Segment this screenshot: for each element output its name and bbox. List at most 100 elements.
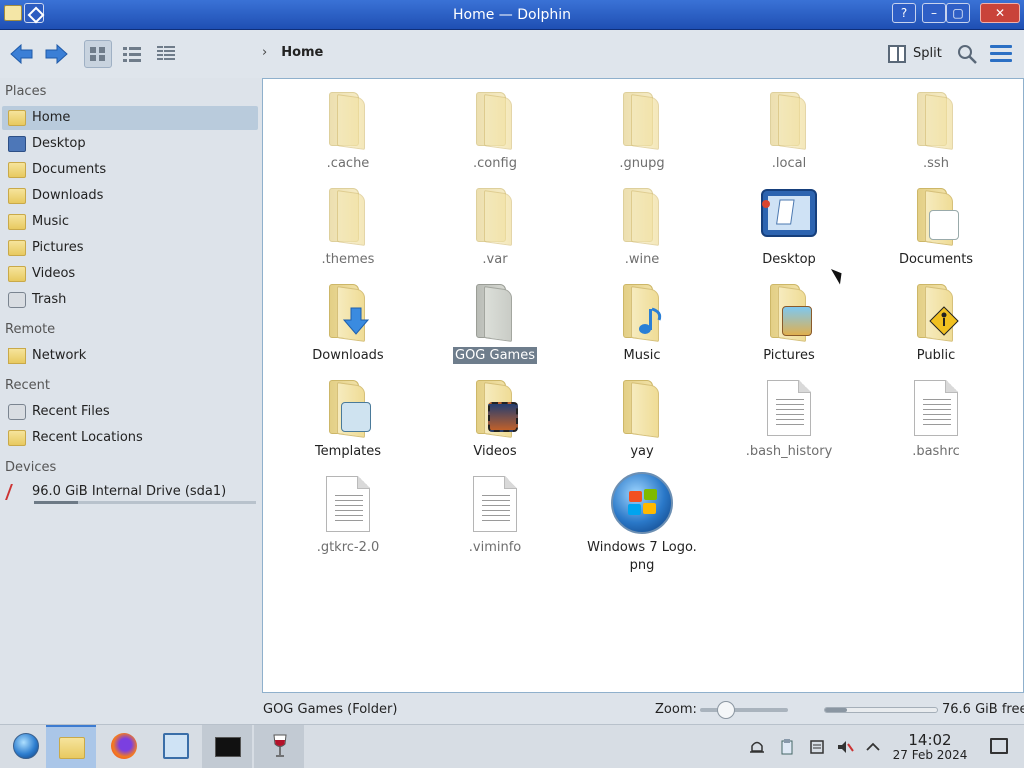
sidebar-item-documents[interactable]: Documents — [2, 158, 258, 182]
file-name-text: .var — [482, 252, 508, 267]
window-title: Home — Dolphin — [452, 7, 571, 23]
sidebar-item-recent-files[interactable]: Recent Files — [2, 400, 258, 424]
file-name-text: Downloads — [312, 348, 384, 363]
search-icon[interactable] — [956, 43, 978, 65]
close-button[interactable]: ✕ — [980, 3, 1020, 23]
text-file-icon — [470, 474, 520, 534]
drive-usage-bar — [34, 501, 256, 504]
sidebar-item-label: Downloads — [32, 188, 104, 203]
file-item-pictures[interactable]: Pictures — [729, 276, 849, 372]
chevron-up-icon[interactable] — [864, 738, 882, 756]
breadcrumb-home[interactable]: Home — [281, 45, 323, 60]
folder-icon — [764, 90, 814, 150]
folder-downloads-emblem-icon — [341, 306, 371, 336]
clock-time: 14:02 — [908, 731, 952, 749]
places-panel: Places Home Desktop Documents Downloads … — [0, 78, 262, 724]
sidebar-item-desktop[interactable]: Desktop — [2, 132, 258, 156]
zoom-slider[interactable] — [700, 701, 788, 719]
file-item-public[interactable]: Public — [876, 276, 996, 372]
split-button[interactable]: Split — [886, 42, 946, 66]
file-name-text: .bashrc — [912, 444, 960, 459]
folder-icon — [470, 186, 520, 246]
sidebar-item-music[interactable]: Music — [2, 210, 258, 234]
back-arrow-icon[interactable] — [8, 42, 36, 66]
folder-icon — [911, 90, 961, 150]
free-space-fill — [825, 708, 848, 712]
file-item-wine[interactable]: .wine — [582, 180, 702, 276]
file-item-downloads[interactable]: Downloads — [288, 276, 408, 372]
folder-pictures-emblem-icon — [782, 306, 812, 336]
storage-device-icon[interactable] — [808, 738, 826, 756]
start-menu-button[interactable] — [0, 725, 50, 768]
file-name-text: .cache — [326, 156, 370, 171]
file-item-bash-history[interactable]: .bash_history — [729, 372, 849, 468]
zoom-slider-handle[interactable] — [717, 701, 736, 719]
maximize-button[interactable]: ▢ — [946, 3, 970, 23]
title-bar: Home — Dolphin ? – ▢ ✕ — [0, 0, 1024, 30]
breadcrumb[interactable]: › Home — [262, 45, 323, 60]
folder-icon — [470, 90, 520, 150]
file-item-local[interactable]: .local — [729, 84, 849, 180]
minimize-button[interactable]: – — [922, 3, 946, 23]
volume-muted-icon[interactable] — [836, 738, 854, 756]
file-item-ssh[interactable]: .ssh — [876, 84, 996, 180]
file-item-gtkrc-2-0[interactable]: .gtkrc-2.0 — [288, 468, 408, 564]
compact-view-button[interactable] — [118, 40, 146, 68]
sidebar-item-internal-drive[interactable]: 96.0 GiB Internal Drive (sda1) — [2, 480, 258, 508]
file-item-var[interactable]: .var — [435, 180, 555, 276]
task-dolphin[interactable] — [46, 725, 96, 768]
sidebar-item-pictures[interactable]: Pictures — [2, 236, 258, 260]
sidebar-item-trash[interactable]: Trash — [2, 288, 258, 312]
folder-documents-emblem-icon — [929, 210, 959, 240]
sidebar-item-network[interactable]: Network — [2, 344, 258, 368]
file-name-text: Templates — [314, 444, 382, 459]
clock[interactable]: 14:02 27 Feb 2024 — [888, 732, 972, 763]
file-name: .cache — [288, 155, 408, 173]
folder-pictures-icon — [764, 282, 814, 342]
clipboard-icon[interactable] — [778, 738, 796, 756]
file-item-windows-7-logo-png[interactable]: Windows 7 Logo. png — [582, 468, 702, 573]
sidebar-item-videos[interactable]: Videos — [2, 262, 258, 286]
trash-icon — [8, 292, 26, 308]
file-item-cache[interactable]: .cache — [288, 84, 408, 180]
file-item-viminfo[interactable]: .viminfo — [435, 468, 555, 564]
sidebar-item-recent-locations[interactable]: Recent Locations — [2, 426, 258, 450]
icons-view-button[interactable] — [84, 40, 112, 68]
file-item-bashrc[interactable]: .bashrc — [876, 372, 996, 468]
section-devices: Devices — [5, 460, 57, 475]
file-name: GOG Games — [435, 347, 555, 365]
file-item-desktop[interactable]: Desktop — [729, 180, 849, 276]
file-item-documents[interactable]: Documents — [876, 180, 996, 276]
file-item-config[interactable]: .config — [435, 84, 555, 180]
desktop-icon — [761, 186, 817, 246]
free-space-bar — [824, 707, 938, 713]
file-item-gog-games[interactable]: GOG Games — [435, 276, 555, 372]
file-item-templates[interactable]: Templates — [288, 372, 408, 468]
folder-music-icon — [617, 282, 667, 342]
sidebar-item-downloads[interactable]: Downloads — [2, 184, 258, 208]
file-item-music[interactable]: Music — [582, 276, 702, 372]
help-button[interactable]: ? — [892, 3, 916, 23]
windows-logo-image-icon — [611, 472, 673, 534]
forward-arrow-icon[interactable] — [42, 42, 70, 66]
sidebar-item-home[interactable]: Home — [2, 106, 258, 130]
hamburger-menu-icon[interactable] — [990, 45, 1012, 63]
file-item-themes[interactable]: .themes — [288, 180, 408, 276]
file-name-text: GOG Games — [453, 347, 537, 364]
task-wine[interactable] — [254, 725, 304, 768]
file-name: Pictures — [729, 347, 849, 365]
task-system-settings[interactable] — [150, 725, 200, 768]
file-view[interactable]: .cache .config .gnupg .local .ssh .themes .var… — [262, 78, 1024, 693]
file-item-yay[interactable]: yay — [582, 372, 702, 468]
file-item-videos[interactable]: Videos — [435, 372, 555, 468]
notifications-bell-icon[interactable] — [748, 738, 766, 756]
split-label: Split — [913, 46, 942, 61]
task-terminal[interactable] — [202, 725, 252, 768]
file-item-gnupg[interactable]: .gnupg — [582, 84, 702, 180]
task-firefox[interactable] — [98, 725, 148, 768]
clock-date: 27 Feb 2024 — [892, 748, 968, 762]
folder-videos-icon — [470, 378, 520, 438]
show-desktop-icon[interactable] — [990, 738, 1008, 754]
breadcrumb-chevron-icon[interactable]: › — [262, 45, 267, 60]
details-view-button[interactable] — [152, 40, 180, 68]
